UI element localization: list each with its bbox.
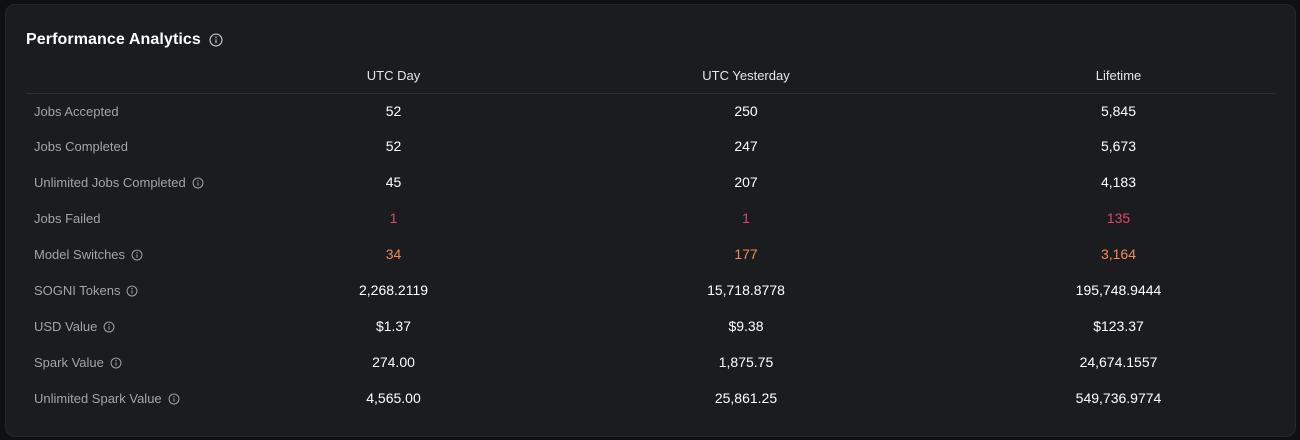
value-utc-day: 45 xyxy=(385,174,402,190)
table-row: Jobs Failed 1 1 135 xyxy=(26,200,1276,236)
value-utc-day: 274.00 xyxy=(372,354,415,370)
row-label-cell: Spark Value xyxy=(26,344,256,380)
row-label: Spark Value xyxy=(34,355,104,371)
value-utc-day: 52 xyxy=(385,138,402,154)
row-label-cell: Unlimited Spark Value xyxy=(26,380,256,416)
row-label-cell: Model Switches xyxy=(26,236,256,272)
value-utc-yesterday: 1 xyxy=(742,210,750,226)
info-icon[interactable] xyxy=(168,393,180,405)
column-header-metric xyxy=(26,58,256,94)
row-label-cell: Jobs Accepted xyxy=(26,94,256,129)
table-row: Unlimited Spark Value 4,565.00 25,861.25 54… xyxy=(26,380,1276,416)
value-lifetime: 195,748.9444 xyxy=(1075,282,1162,298)
table-row: Spark Value 274.00 1,875.75 24,674.1557 xyxy=(26,344,1276,380)
value-utc-day: 52 xyxy=(385,103,402,119)
row-label-cell: SOGNI Tokens xyxy=(26,272,256,308)
row-label-cell: Unlimited Jobs Completed xyxy=(26,164,256,200)
table-row: USD Value $1.37 $9.38 $123.37 xyxy=(26,308,1276,344)
info-icon[interactable] xyxy=(103,321,115,333)
value-utc-day: 34 xyxy=(385,246,402,262)
value-utc-yesterday: 25,861.25 xyxy=(714,390,778,406)
value-lifetime: $123.37 xyxy=(1093,318,1144,334)
table-row: Unlimited Jobs Completed 45 207 4,183 xyxy=(26,164,1276,200)
table-row: Jobs Accepted 52 250 5,845 xyxy=(26,94,1276,129)
table-row: Jobs Completed 52 247 5,673 xyxy=(26,128,1276,164)
info-icon[interactable] xyxy=(110,357,122,369)
value-lifetime: 3,164 xyxy=(1100,246,1137,262)
row-label: USD Value xyxy=(34,319,98,335)
row-label: Model Switches xyxy=(34,247,126,263)
value-lifetime: 549,736.9774 xyxy=(1075,390,1162,406)
value-utc-day: 4,565.00 xyxy=(366,390,421,406)
value-lifetime: 24,674.1557 xyxy=(1079,354,1158,370)
value-utc-day: 2,268.2119 xyxy=(358,282,429,298)
info-icon[interactable] xyxy=(209,33,223,47)
row-label: SOGNI Tokens xyxy=(34,283,121,299)
row-label-cell: Jobs Failed xyxy=(26,200,256,236)
table-row: Model Switches 34 177 3,164 xyxy=(26,236,1276,272)
value-lifetime: 135 xyxy=(1106,210,1131,226)
row-label: Jobs Failed xyxy=(34,211,101,227)
value-utc-yesterday: 247 xyxy=(734,138,758,154)
table-header-row: UTC Day UTC Yesterday Lifetime xyxy=(26,58,1276,94)
column-header-lifetime: Lifetime xyxy=(961,58,1276,94)
table-row: SOGNI Tokens 2,268.2119 15,718.8778 195,748… xyxy=(26,272,1276,308)
value-utc-yesterday: 15,718.8778 xyxy=(707,282,785,298)
value-lifetime: 5,673 xyxy=(1100,138,1137,154)
value-utc-yesterday: 177 xyxy=(734,246,758,262)
row-label: Jobs Accepted xyxy=(34,104,119,120)
value-utc-yesterday: 207 xyxy=(734,174,758,190)
row-label-cell: Jobs Completed xyxy=(26,128,256,164)
row-label: Unlimited Jobs Completed xyxy=(34,175,186,191)
value-utc-yesterday: 250 xyxy=(734,103,758,119)
panel-title: Performance Analytics xyxy=(26,31,201,48)
value-utc-day: $1.37 xyxy=(375,318,412,334)
analytics-table: UTC Day UTC Yesterday Lifetime Jobs Acce… xyxy=(26,58,1276,416)
value-lifetime: 4,183 xyxy=(1100,174,1137,190)
value-utc-day: 1 xyxy=(389,210,398,226)
info-icon[interactable] xyxy=(126,285,138,297)
row-label: Jobs Completed xyxy=(34,139,128,155)
value-utc-yesterday: $9.38 xyxy=(728,318,764,334)
column-header-utc-day: UTC Day xyxy=(256,58,531,94)
panel-header: Performance Analytics xyxy=(26,30,223,50)
row-label-cell: USD Value xyxy=(26,308,256,344)
value-utc-yesterday: 1,875.75 xyxy=(718,354,774,370)
info-icon[interactable] xyxy=(192,177,204,189)
performance-analytics-panel: Performance Analytics UTC Day UTC Yester… xyxy=(5,4,1296,437)
row-label: Unlimited Spark Value xyxy=(34,391,162,407)
info-icon[interactable] xyxy=(131,249,143,261)
column-header-utc-yesterday: UTC Yesterday xyxy=(531,58,961,94)
value-lifetime: 5,845 xyxy=(1100,103,1137,119)
